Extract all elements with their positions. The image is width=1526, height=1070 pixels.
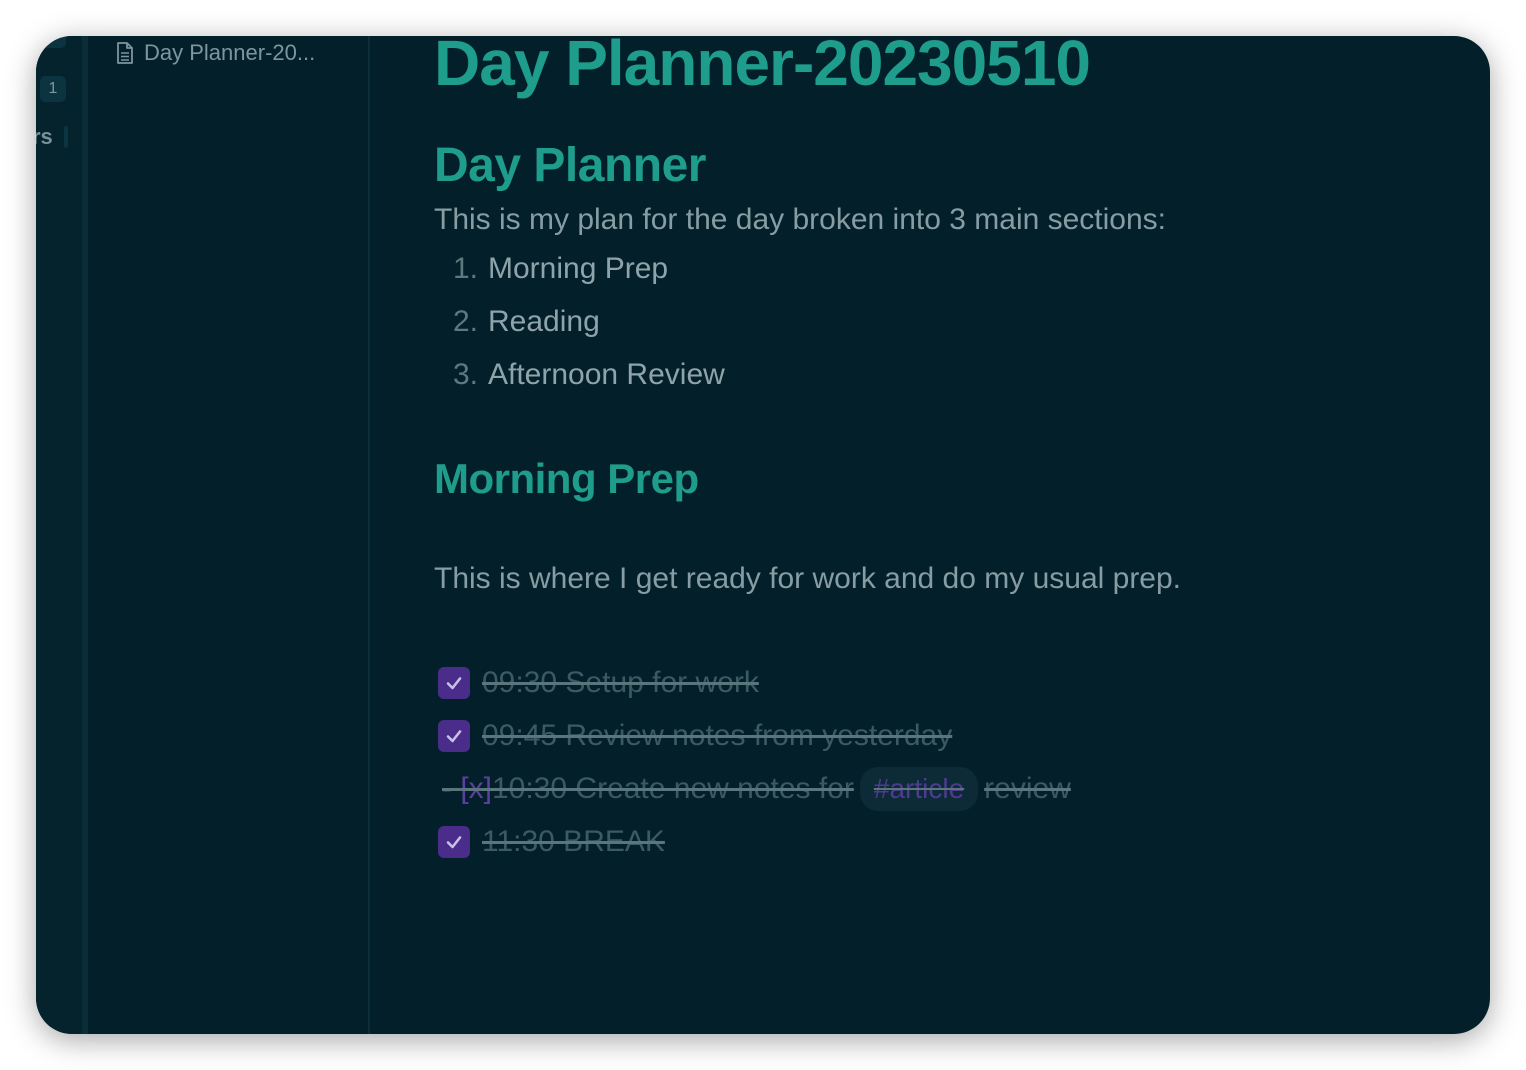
- note-title[interactable]: Day Planner-20230510: [434, 36, 1091, 98]
- list-number: 1.: [452, 252, 478, 285]
- task-text: 09:30 Setup for work: [482, 665, 759, 699]
- list-number: 2.: [452, 305, 478, 338]
- ribbon-clipped-button[interactable]: –: [40, 36, 66, 48]
- list-item-text: Reading: [488, 305, 600, 338]
- task-item-source[interactable]: - [x] 10:30 Create new notes for #articl…: [434, 762, 1071, 815]
- task-text: 11:30 BREAK: [482, 824, 665, 858]
- app-window: – 1 rs Day Planner-20... Day Planner-202…: [36, 36, 1490, 1034]
- markdown-dash: -: [442, 771, 461, 805]
- editor-pane[interactable]: Day Planner-20230510 Day Planner This is…: [370, 36, 1490, 1034]
- list-item: 2. Reading: [434, 302, 725, 355]
- task-checkbox[interactable]: [438, 825, 470, 858]
- file-item-day-planner[interactable]: Day Planner-20...: [116, 40, 315, 66]
- list-item: 3. Afternoon Review: [434, 355, 725, 408]
- file-item-label: Day Planner-20...: [144, 40, 316, 65]
- sections-list: 1. Morning Prep 2. Reading 3. Afternoon …: [434, 249, 725, 408]
- file-explorer: Day Planner-20...: [88, 36, 370, 1034]
- checkmark-icon: [446, 835, 462, 848]
- list-item: 1. Morning Prep: [434, 249, 725, 302]
- task-text-after-tag: review: [984, 771, 1071, 805]
- task-item: 09:30 Setup for work: [434, 656, 1071, 709]
- checkmark-icon: [446, 676, 462, 689]
- markdown-checkbox: [x]: [460, 771, 492, 805]
- list-item-text: Afternoon Review: [488, 358, 725, 391]
- task-item: 11:30 BREAK: [434, 815, 1071, 868]
- ribbon-count-badge[interactable]: 1: [40, 76, 66, 102]
- document-icon: [117, 42, 133, 64]
- list-number: 3.: [452, 358, 478, 391]
- heading-morning-prep: Morning Prep: [434, 455, 699, 502]
- ribbon-partial-label[interactable]: rs: [36, 122, 53, 152]
- task-checkbox[interactable]: [438, 666, 470, 699]
- morning-prep-paragraph: This is where I get ready for work and d…: [434, 562, 1182, 595]
- task-list: 09:30 Setup for work 09:45 Review notes …: [434, 656, 1071, 868]
- task-text: 09:45 Review notes from yesterday: [482, 718, 953, 752]
- checkmark-icon: [446, 729, 462, 742]
- heading-day-planner: Day Planner: [434, 139, 706, 192]
- task-markdown-marker: - [x]: [442, 769, 492, 809]
- task-checkbox[interactable]: [438, 719, 470, 752]
- task-item: 09:45 Review notes from yesterday: [434, 709, 1071, 762]
- left-ribbon: – 1 rs: [36, 36, 82, 1034]
- list-item-text: Morning Prep: [488, 252, 669, 285]
- task-text: 10:30 Create new notes for: [492, 771, 854, 805]
- ribbon-label-edge: [64, 126, 68, 148]
- article-tag[interactable]: #article: [859, 766, 979, 811]
- intro-paragraph: This is my plan for the day broken into …: [434, 203, 1167, 236]
